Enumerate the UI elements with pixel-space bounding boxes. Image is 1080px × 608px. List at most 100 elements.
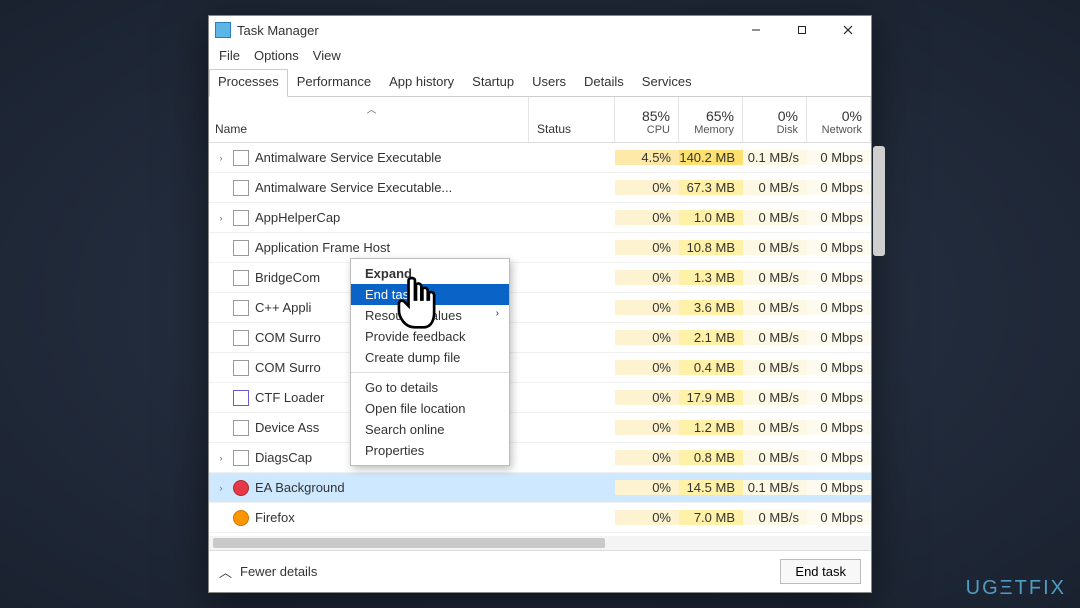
close-button[interactable] <box>825 16 871 44</box>
column-disk[interactable]: 0% Disk <box>743 97 807 142</box>
task-manager-window: Task Manager File Options View Processes… <box>208 15 872 593</box>
network-cell: 0 Mbps <box>807 240 871 255</box>
tab-users[interactable]: Users <box>523 69 575 96</box>
vertical-scrollbar[interactable] <box>873 146 885 256</box>
process-row[interactable]: ›AppHelperCap0%1.0 MB0 MB/s0 Mbps <box>209 203 871 233</box>
cpu-cell: 0% <box>615 390 679 405</box>
end-task-button[interactable]: End task <box>780 559 861 584</box>
process-name: AppHelperCap <box>255 210 340 225</box>
cpu-cell: 0% <box>615 330 679 345</box>
cpu-cell: 0% <box>615 240 679 255</box>
memory-cell: 0.8 MB <box>679 450 743 465</box>
context-menu-item[interactable]: Expand <box>351 263 509 284</box>
process-row[interactable]: COM Surro0%0.4 MB0 MB/s0 Mbps <box>209 353 871 383</box>
process-row[interactable]: Firefox0.4%6.6 MB0 MB/s0 Mbps <box>209 533 871 536</box>
process-name-cell: ›EA Background <box>209 480 529 496</box>
column-name[interactable]: ︿ Name <box>209 97 529 142</box>
tab-services[interactable]: Services <box>633 69 701 96</box>
cpu-cell: 0% <box>615 480 679 495</box>
column-name-label: Name <box>215 122 528 136</box>
memory-cell: 3.6 MB <box>679 300 743 315</box>
expand-icon[interactable]: › <box>215 153 227 163</box>
context-menu-item[interactable]: Create dump file <box>351 347 509 368</box>
disk-cell: 0 MB/s <box>743 300 807 315</box>
column-memory[interactable]: 65% Memory <box>679 97 743 142</box>
process-name: CTF Loader <box>255 390 324 405</box>
menu-file[interactable]: File <box>219 48 240 63</box>
cpu-cell: 0% <box>615 270 679 285</box>
process-name-cell: Application Frame Host <box>209 240 529 256</box>
disk-cell: 0 MB/s <box>743 240 807 255</box>
column-network[interactable]: 0% Network <box>807 97 871 142</box>
tab-processes[interactable]: Processes <box>209 69 288 97</box>
process-row[interactable]: Device Ass0%1.2 MB0 MB/s0 Mbps <box>209 413 871 443</box>
network-cell: 0 Mbps <box>807 300 871 315</box>
fewer-details-label: Fewer details <box>240 564 317 579</box>
context-menu-item[interactable]: End task <box>351 284 509 305</box>
expand-icon[interactable]: › <box>215 483 227 493</box>
process-icon <box>233 420 249 436</box>
maximize-button[interactable] <box>779 16 825 44</box>
column-headers: ︿ Name Status 85% CPU 65% Memory 0% Disk… <box>209 97 871 143</box>
process-icon <box>233 150 249 166</box>
process-row[interactable]: C++ Appli 0%3.6 MB0 MB/s0 Mbps <box>209 293 871 323</box>
process-row[interactable]: BridgeCom0%1.3 MB0 MB/s0 Mbps <box>209 263 871 293</box>
minimize-button[interactable] <box>733 16 779 44</box>
context-menu: ExpandEnd taskResource values›Provide fe… <box>350 258 510 466</box>
menu-view[interactable]: View <box>313 48 341 63</box>
process-name: Antimalware Service Executable <box>255 150 441 165</box>
process-row[interactable]: CTF Loader0%17.9 MB0 MB/s0 Mbps <box>209 383 871 413</box>
cpu-cell: 0% <box>615 300 679 315</box>
fewer-details-toggle[interactable]: ︿ Fewer details <box>219 562 317 581</box>
process-name: Application Frame Host <box>255 240 390 255</box>
scroll-thumb[interactable] <box>213 538 605 548</box>
process-row[interactable]: COM Surro0%2.1 MB0 MB/s0 Mbps <box>209 323 871 353</box>
sort-indicator-icon: ︿ <box>367 101 377 116</box>
memory-cell: 1.2 MB <box>679 420 743 435</box>
column-cpu[interactable]: 85% CPU <box>615 97 679 142</box>
column-status-label: Status <box>537 122 571 136</box>
process-row[interactable]: ›DiagsCap0%0.8 MB0 MB/s0 Mbps <box>209 443 871 473</box>
disk-cell: 0.1 MB/s <box>743 480 807 495</box>
tab-performance[interactable]: Performance <box>288 69 380 96</box>
tab-startup[interactable]: Startup <box>463 69 523 96</box>
process-name: COM Surro <box>255 330 321 345</box>
context-menu-item[interactable]: Resource values› <box>351 305 509 326</box>
process-row[interactable]: Application Frame Host0%10.8 MB0 MB/s0 M… <box>209 233 871 263</box>
network-cell: 0 Mbps <box>807 450 871 465</box>
window-title: Task Manager <box>237 23 733 38</box>
memory-cell: 14.5 MB <box>679 480 743 495</box>
memory-cell: 7.0 MB <box>679 510 743 525</box>
app-icon <box>215 22 231 38</box>
column-status[interactable]: Status <box>529 97 615 142</box>
context-menu-item[interactable]: Open file location <box>351 398 509 419</box>
process-list[interactable]: ›Antimalware Service Executable4.5%140.2… <box>209 143 871 536</box>
process-name: C++ Appli <box>255 300 311 315</box>
titlebar[interactable]: Task Manager <box>209 16 871 44</box>
menu-options[interactable]: Options <box>254 48 299 63</box>
process-row[interactable]: Antimalware Service Executable...0%67.3 … <box>209 173 871 203</box>
process-name-cell: Antimalware Service Executable... <box>209 180 529 196</box>
expand-icon[interactable]: › <box>215 213 227 223</box>
process-name: Firefox <box>255 510 295 525</box>
context-menu-item[interactable]: Provide feedback <box>351 326 509 347</box>
process-icon <box>233 270 249 286</box>
expand-icon[interactable]: › <box>215 453 227 463</box>
network-cell: 0 Mbps <box>807 180 871 195</box>
network-cell: 0 Mbps <box>807 480 871 495</box>
process-name: BridgeCom <box>255 270 320 285</box>
memory-cell: 2.1 MB <box>679 330 743 345</box>
network-cell: 0 Mbps <box>807 510 871 525</box>
context-menu-item[interactable]: Search online <box>351 419 509 440</box>
context-menu-item[interactable]: Go to details <box>351 377 509 398</box>
process-row[interactable]: Firefox0%7.0 MB0 MB/s0 Mbps <box>209 503 871 533</box>
horizontal-scrollbar[interactable] <box>209 536 871 550</box>
process-row[interactable]: ›Antimalware Service Executable4.5%140.2… <box>209 143 871 173</box>
memory-cell: 1.0 MB <box>679 210 743 225</box>
process-row[interactable]: ›EA Background 0%14.5 MB0.1 MB/s0 Mbps <box>209 473 871 503</box>
context-menu-item[interactable]: Properties <box>351 440 509 461</box>
disk-cell: 0 MB/s <box>743 270 807 285</box>
tab-details[interactable]: Details <box>575 69 633 96</box>
process-icon <box>233 390 249 406</box>
tab-app-history[interactable]: App history <box>380 69 463 96</box>
